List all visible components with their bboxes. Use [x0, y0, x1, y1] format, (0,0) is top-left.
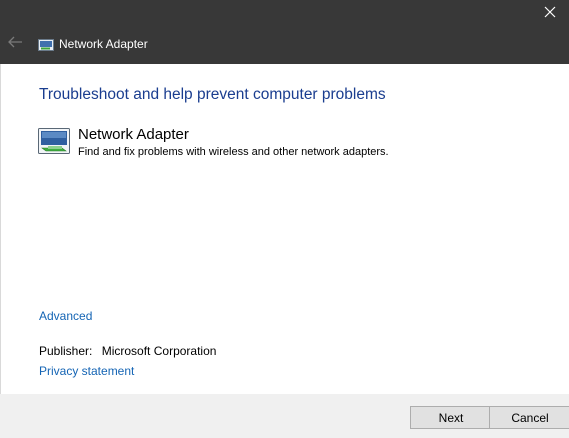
- close-button[interactable]: [535, 0, 565, 28]
- item-title: Network Adapter: [78, 126, 189, 143]
- network-adapter-large-icon: [38, 128, 72, 156]
- window-title: Network Adapter: [59, 37, 148, 51]
- advanced-link[interactable]: Advanced: [39, 309, 92, 323]
- publisher-label: Publisher:: [39, 344, 93, 358]
- troubleshooter-window: Network Adapter Troubleshoot and help pr…: [0, 0, 569, 438]
- publisher-info: Publisher: Microsoft Corporation: [39, 344, 216, 358]
- privacy-statement-link[interactable]: Privacy statement: [39, 364, 134, 378]
- back-arrow-icon: [7, 35, 23, 54]
- cancel-button[interactable]: Cancel: [489, 406, 569, 429]
- item-description: Find and fix problems with wireless and …: [78, 146, 389, 158]
- network-adapter-icon: [38, 38, 54, 51]
- title-bar: Network Adapter: [0, 0, 569, 64]
- page-heading: Troubleshoot and help prevent computer p…: [39, 86, 386, 103]
- troubleshooter-item-network-adapter[interactable]: Network Adapter Find and fix problems wi…: [38, 126, 538, 166]
- footer-bar: Next Cancel: [0, 394, 569, 438]
- close-icon: [544, 5, 556, 23]
- publisher-value: Microsoft Corporation: [101, 344, 217, 358]
- back-button[interactable]: [4, 34, 26, 54]
- side-border: [0, 64, 1, 394]
- next-button[interactable]: Next: [410, 406, 492, 429]
